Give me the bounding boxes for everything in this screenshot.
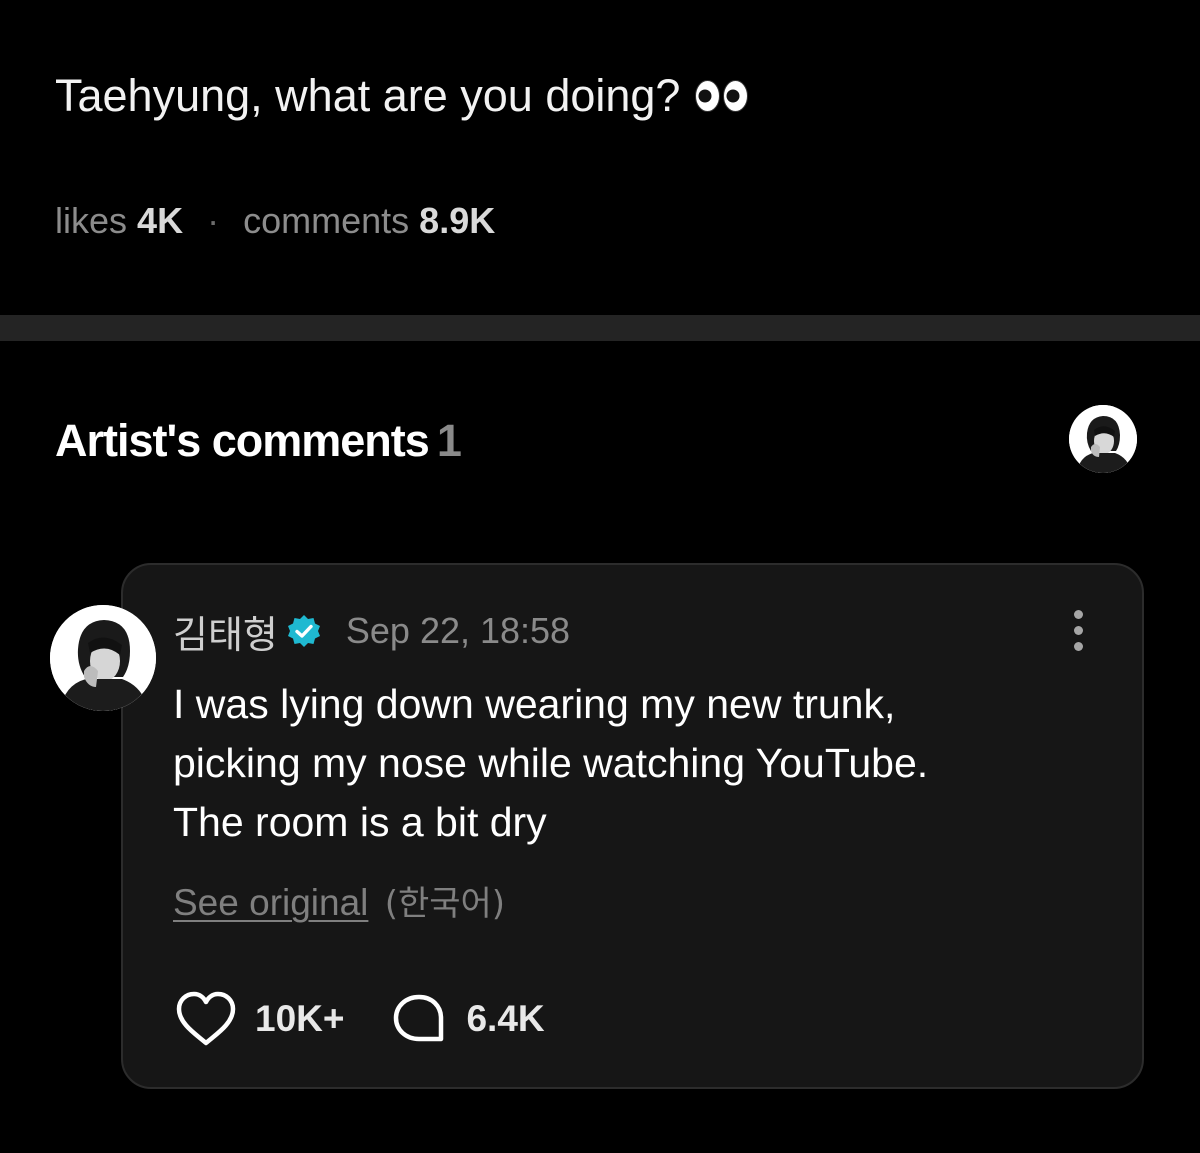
stats-separator: · (207, 200, 220, 241)
reply-count: 6.4K (466, 998, 545, 1039)
more-options-icon[interactable] (1063, 605, 1093, 655)
comment-body-line: I was lying down wearing my new trunk, (173, 681, 896, 727)
like-count: 10K+ (255, 998, 345, 1039)
likes-label: likes (55, 200, 128, 241)
comment-actions: 10K+ 6.4K (175, 988, 545, 1050)
comment-body: I was lying down wearing my new trunk, p… (173, 675, 928, 852)
post-text-content: Taehyung, what are you doing? (55, 70, 681, 121)
eyes-emoji-icon (694, 79, 749, 113)
comments-label: comments (243, 200, 410, 241)
see-original-row: See original (한국어) (173, 878, 505, 929)
post-stats: likes 4K · comments 8.9K (55, 197, 495, 245)
artist-comments-label: Artist's comments (55, 415, 430, 466)
artist-avatar-icon[interactable] (1069, 405, 1137, 473)
comment-bubble-icon[interactable] (392, 993, 446, 1045)
artist-comments-title: Artist's comments 1 (55, 412, 462, 470)
likes-count[interactable]: 4K (137, 200, 183, 241)
heart-icon[interactable] (175, 991, 237, 1047)
commenter-avatar-icon[interactable] (50, 605, 156, 711)
original-language: (한국어) (384, 884, 506, 924)
comments-count[interactable]: 8.9K (419, 200, 495, 241)
comment-body-line: The room is a bit dry (173, 799, 547, 845)
post-text: Taehyung, what are you doing? (55, 66, 749, 126)
see-original-link[interactable]: See original (173, 882, 368, 923)
comment-body-line: picking my nose while watching YouTube. (173, 740, 929, 786)
comment-timestamp: Sep 22, 18:58 (345, 610, 571, 651)
artist-comments-count: 1 (436, 415, 462, 466)
section-divider (0, 315, 1200, 341)
comment-author-name[interactable]: 김태형 (173, 604, 278, 659)
comment-author-row: 김태형 Sep 22, 18:58 (173, 604, 571, 659)
verified-badge-icon (286, 613, 322, 649)
